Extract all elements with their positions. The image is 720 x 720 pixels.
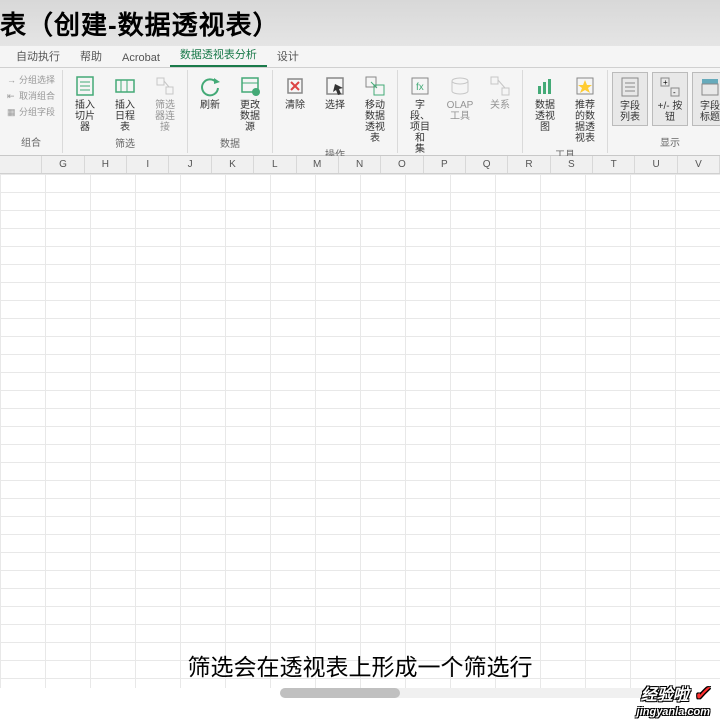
column-header[interactable]: P — [424, 156, 466, 173]
group-label: 显示 — [612, 134, 720, 151]
page-title: 表（创建-数据透视表） — [0, 5, 280, 42]
relations-btn[interactable]: 关系 — [482, 72, 518, 113]
arrow-icon: → — [7, 75, 17, 85]
group-label: 组合 — [4, 134, 58, 151]
tab-pivot-analyze[interactable]: 数据透视表分析 — [170, 43, 267, 67]
column-header[interactable]: L — [254, 156, 296, 173]
plus-minus-btn[interactable]: +- +/- 按钮 — [652, 72, 688, 126]
column-header[interactable]: S — [551, 156, 593, 173]
field-list-icon — [618, 75, 642, 99]
column-header[interactable]: T — [593, 156, 635, 173]
insert-timeline-btn[interactable]: 插入 日程表 — [107, 72, 143, 135]
clear-icon — [283, 74, 307, 98]
column-header[interactable]: Q — [466, 156, 508, 173]
group-tools: 数据 透视图 推荐的数 据透视表 工具 — [523, 70, 608, 153]
headers-icon — [698, 75, 720, 99]
tab-design[interactable]: 设计 — [267, 45, 309, 67]
slicer-icon — [73, 74, 97, 98]
datasource-icon — [238, 74, 262, 98]
scroll-thumb[interactable] — [280, 688, 400, 698]
move-icon — [363, 74, 387, 98]
group-show: 字段 列表 +- +/- 按钮 字段 标题 显示 — [608, 70, 720, 153]
field-headers-btn[interactable]: 字段 标题 — [692, 72, 720, 126]
refresh-icon — [198, 74, 222, 98]
column-header[interactable]: J — [169, 156, 211, 173]
olap-icon — [448, 74, 472, 98]
column-header[interactable]: G — [42, 156, 84, 173]
recommended-pivot-btn[interactable]: 推荐的数 据透视表 — [567, 72, 603, 146]
column-header[interactable]: R — [508, 156, 550, 173]
ribbon-tabs: 自动执行 帮助 Acrobat 数据透视表分析 设计 — [0, 46, 720, 68]
group-combine: →分组选择 ⇤取消组合 ▦分组字段 组合 — [0, 70, 63, 153]
tab-acrobat[interactable]: Acrobat — [112, 49, 170, 67]
horizontal-scrollbar[interactable] — [280, 688, 660, 698]
field-list-btn[interactable]: 字段 列表 — [612, 72, 648, 126]
tab-help[interactable]: 帮助 — [70, 45, 112, 67]
clear-btn[interactable]: 清除 — [277, 72, 313, 113]
column-header[interactable]: M — [297, 156, 339, 173]
grid-body[interactable] — [0, 174, 720, 688]
ungroup-btn[interactable]: ⇤取消组合 — [4, 88, 58, 103]
tab-auto[interactable]: 自动执行 — [6, 45, 70, 67]
relations-icon — [488, 74, 512, 98]
group-select-btn[interactable]: →分组选择 — [4, 72, 58, 87]
ribbon: →分组选择 ⇤取消组合 ▦分组字段 组合 插入 切片器 插入 日程表 筛选 器连… — [0, 68, 720, 156]
filter-connect-btn[interactable]: 筛选 器连接 — [147, 72, 183, 135]
column-header[interactable]: U — [635, 156, 677, 173]
select-btn[interactable]: 选择 — [317, 72, 353, 113]
chart-icon — [533, 74, 557, 98]
column-header[interactable]: N — [339, 156, 381, 173]
filter-conn-icon — [153, 74, 177, 98]
caption-text: 筛选会在透视表上形成一个筛选行 — [0, 648, 720, 682]
plusminus-icon: +- — [658, 75, 682, 99]
svg-text:+: + — [663, 78, 668, 87]
group-calc: fx 字段、 项目和 集 OLAP 工具 关系 计算 — [398, 70, 523, 153]
group-label: 数据 — [192, 135, 268, 152]
insert-slicer-btn[interactable]: 插入 切片器 — [67, 72, 103, 135]
fields-icon: fx — [408, 74, 432, 98]
check-icon: ✓ — [693, 683, 710, 705]
spreadsheet-grid[interactable]: GHIJKLMNOPQRSTUV — [0, 156, 720, 688]
column-header[interactable] — [0, 156, 42, 173]
fields-items-sets-btn[interactable]: fx 字段、 项目和 集 — [402, 72, 438, 157]
group-label: 筛选 — [67, 135, 183, 152]
svg-text:-: - — [673, 88, 676, 97]
column-headers: GHIJKLMNOPQRSTUV — [0, 156, 720, 174]
refresh-btn[interactable]: 刷新 — [192, 72, 228, 113]
group-field-btn[interactable]: ▦分组字段 — [4, 104, 58, 119]
group-data: 刷新 更改 数据源 数据 — [188, 70, 273, 153]
column-header[interactable]: I — [127, 156, 169, 173]
svg-text:fx: fx — [416, 82, 424, 93]
change-source-btn[interactable]: 更改 数据源 — [232, 72, 268, 135]
column-header[interactable]: V — [678, 156, 720, 173]
watermark: 经验啦 ✓ jingyanla.com — [637, 681, 710, 718]
title-bar: 表（创建-数据透视表） — [0, 0, 720, 46]
group-actions: 清除 选择 移动 数据透视表 操作 — [273, 70, 398, 153]
ungroup-icon: ⇤ — [7, 91, 17, 101]
timeline-icon — [113, 74, 137, 98]
group-filter: 插入 切片器 插入 日程表 筛选 器连接 筛选 — [63, 70, 188, 153]
field-icon: ▦ — [7, 107, 17, 117]
column-header[interactable]: K — [212, 156, 254, 173]
column-header[interactable]: H — [85, 156, 127, 173]
recommend-icon — [573, 74, 597, 98]
move-pivot-btn[interactable]: 移动 数据透视表 — [357, 72, 393, 146]
olap-tools-btn[interactable]: OLAP 工具 — [442, 72, 478, 124]
column-header[interactable]: O — [381, 156, 423, 173]
select-icon — [323, 74, 347, 98]
pivot-chart-btn[interactable]: 数据 透视图 — [527, 72, 563, 135]
